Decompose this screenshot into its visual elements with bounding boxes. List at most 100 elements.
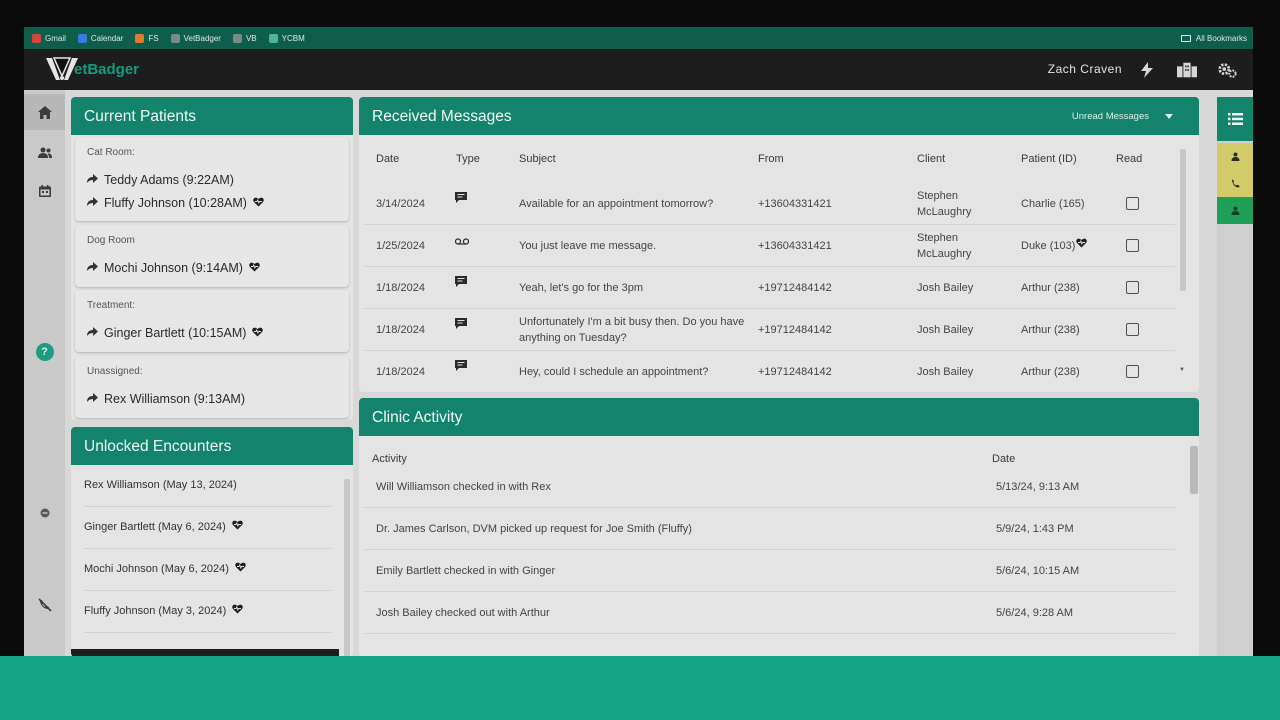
bookmark-item[interactable]: YCBM [268, 33, 305, 43]
staff-status-icon[interactable] [1217, 143, 1253, 170]
activity-date-column-header: Date [992, 453, 1016, 465]
encounter-label: Mochi Johnson (May 6, 2024) [84, 563, 229, 575]
settings-gears-icon[interactable] [1217, 60, 1237, 80]
patient-label: Ginger Bartlett (10:15AM) [104, 326, 247, 340]
vetbadger-logo[interactable]: etBadger [44, 54, 139, 84]
activity-text: Will Williamson checked in with Rex [376, 481, 551, 493]
patient-id-label: Arthur (238) [1021, 366, 1080, 378]
phone-icon[interactable] [1217, 170, 1253, 197]
message-bubble-icon [455, 360, 467, 374]
message-date: 1/18/2024 [376, 366, 425, 378]
messages-scrollbar[interactable] [1180, 149, 1186, 291]
activity-row[interactable]: Josh Bailey checked out with Arthur 5/6/2… [363, 592, 1175, 634]
patient-label: Rex Williamson (9:13AM) [104, 392, 246, 406]
clinic-building-icon[interactable] [1177, 60, 1197, 80]
current-patients-title: Current Patients [71, 97, 353, 135]
message-from: +13604331421 [758, 198, 832, 210]
bookmark-item[interactable]: Gmail [32, 33, 66, 43]
read-checkbox[interactable] [1126, 281, 1139, 294]
home-icon[interactable] [24, 94, 65, 130]
read-checkbox[interactable] [1126, 365, 1139, 378]
bookmark-label: VetBadger [183, 33, 221, 43]
bookmark-item[interactable]: VetBadger [170, 33, 221, 43]
available-status-icon[interactable] [1217, 197, 1253, 224]
users-icon[interactable] [24, 134, 65, 170]
bookmark-favicon-icon [268, 33, 278, 43]
message-patient: Duke (103) [1021, 238, 1088, 254]
status-dot-icon[interactable] [24, 495, 65, 531]
messages-column-header: Type [456, 153, 480, 165]
right-action-strip [1217, 97, 1253, 657]
message-client: Josh Bailey [917, 324, 974, 336]
bookmark-item[interactable]: Calendar [77, 33, 124, 43]
chevron-down-icon[interactable] [1165, 114, 1173, 119]
bookmark-favicon-icon [232, 33, 242, 43]
room-section: Cat Room: Teddy Adams (9:22AM) Fluffy John… [75, 137, 349, 221]
activity-date: 5/6/24, 9:28 AM [996, 607, 1074, 619]
patient-item[interactable]: Mochi Johnson (9:14AM) [87, 261, 260, 275]
message-row[interactable]: 1/18/2024 Yeah, let's go for the 3pm +1971… [363, 267, 1175, 309]
message-filter-dropdown[interactable]: Unread Messages [1072, 97, 1149, 135]
message-subject: You just leave me message. [519, 240, 657, 252]
encounter-item[interactable]: Ginger Bartlett (May 6, 2024) [84, 507, 331, 549]
bookmarks-bar: Gmail Calendar FS VetBadger VB YCBM All Bookma… [24, 27, 1253, 49]
patient-item[interactable]: Teddy Adams (9:22AM) [87, 173, 234, 187]
all-bookmarks-button[interactable]: All Bookmarks [1180, 27, 1247, 49]
calendar-icon[interactable] [24, 173, 65, 209]
help-button[interactable]: ? [24, 334, 65, 370]
patient-label: Mochi Johnson (9:14AM) [104, 261, 243, 275]
room-name: Cat Room: [87, 147, 135, 158]
left-navigation: ? [24, 90, 65, 657]
message-row[interactable]: 1/18/2024 Unfortunately I'm a bit busy th… [363, 309, 1175, 351]
bookmark-label: Calendar [90, 33, 124, 43]
message-date: 1/25/2024 [376, 240, 425, 252]
patient-id-label: Arthur (238) [1021, 282, 1080, 294]
bookmark-favicon-icon [32, 33, 41, 43]
patient-label: Teddy Adams (9:22AM) [104, 173, 234, 187]
activity-row[interactable]: Will Williamson checked in with Rex 5/13/… [363, 466, 1175, 508]
heart-monitor-icon [232, 591, 244, 632]
message-row[interactable]: 1/25/2024 You just leave me message. +1360… [363, 225, 1175, 267]
clinic-activity-panel: Clinic Activity Activity Date Will Willi… [359, 398, 1199, 657]
message-row[interactable]: 1/18/2024 Hey, could I schedule an appoin… [363, 351, 1175, 392]
message-date: 3/14/2024 [376, 198, 425, 210]
scroll-down-arrow-icon[interactable]: ▼ [1179, 367, 1187, 375]
message-client: Josh Bailey [917, 366, 974, 378]
patient-item[interactable]: Fluffy Johnson (10:28AM) [87, 196, 264, 210]
patient-id-label: Arthur (238) [1021, 324, 1080, 336]
bookmark-favicon-icon [135, 33, 145, 43]
messages-column-header: Date [376, 153, 400, 165]
message-subject: Available for an appointment tomorrow? [519, 198, 714, 210]
bookmark-favicon-icon [170, 33, 180, 43]
read-checkbox[interactable] [1126, 323, 1139, 336]
room-name: Dog Room [87, 235, 135, 246]
current-patients-panel: Current Patients Cat Room: Teddy Adams (9… [71, 97, 353, 420]
phone-off-icon[interactable] [24, 587, 65, 623]
message-from: +19712484142 [758, 324, 832, 336]
encounter-item[interactable]: Mochi Johnson (May 6, 2024) [84, 549, 331, 591]
voicemail-icon [454, 237, 470, 248]
activity-row[interactable]: Dr. James Carlson, DVM picked up request… [363, 508, 1175, 550]
read-checkbox[interactable] [1126, 239, 1139, 252]
share-arrow-icon [87, 262, 100, 274]
message-from: +19712484142 [758, 282, 832, 294]
encounter-item[interactable]: Fluffy Johnson (May 3, 2024) [84, 591, 331, 633]
encounter-item[interactable]: Rex Williamson (May 13, 2024) [84, 465, 331, 507]
patient-item[interactable]: Rex Williamson (9:13AM) [87, 392, 245, 406]
message-patient: Arthur (238) [1021, 280, 1080, 296]
message-row[interactable]: 3/14/2024 Available for an appointment to… [363, 183, 1175, 225]
lightning-icon[interactable] [1137, 60, 1157, 80]
list-icon[interactable] [1217, 97, 1253, 141]
user-name[interactable]: Zach Craven [1048, 49, 1122, 90]
received-messages-panel: Received Messages Unread Messages Date Ty… [359, 97, 1199, 392]
message-client: Josh Bailey [917, 282, 974, 294]
bookmark-item[interactable]: VB [232, 33, 257, 43]
bookmark-item[interactable]: FS [135, 33, 159, 43]
activity-row[interactable]: Emily Bartlett checked in with Ginger 5/6… [363, 550, 1175, 592]
room-section: Treatment: Ginger Bartlett (10:15AM) [75, 290, 349, 352]
activity-scrollbar[interactable] [1190, 446, 1198, 494]
encounters-scrollbar[interactable] [344, 479, 350, 657]
messages-column-header: From [758, 153, 784, 165]
patient-item[interactable]: Ginger Bartlett (10:15AM) [87, 326, 264, 340]
read-checkbox[interactable] [1126, 197, 1139, 210]
